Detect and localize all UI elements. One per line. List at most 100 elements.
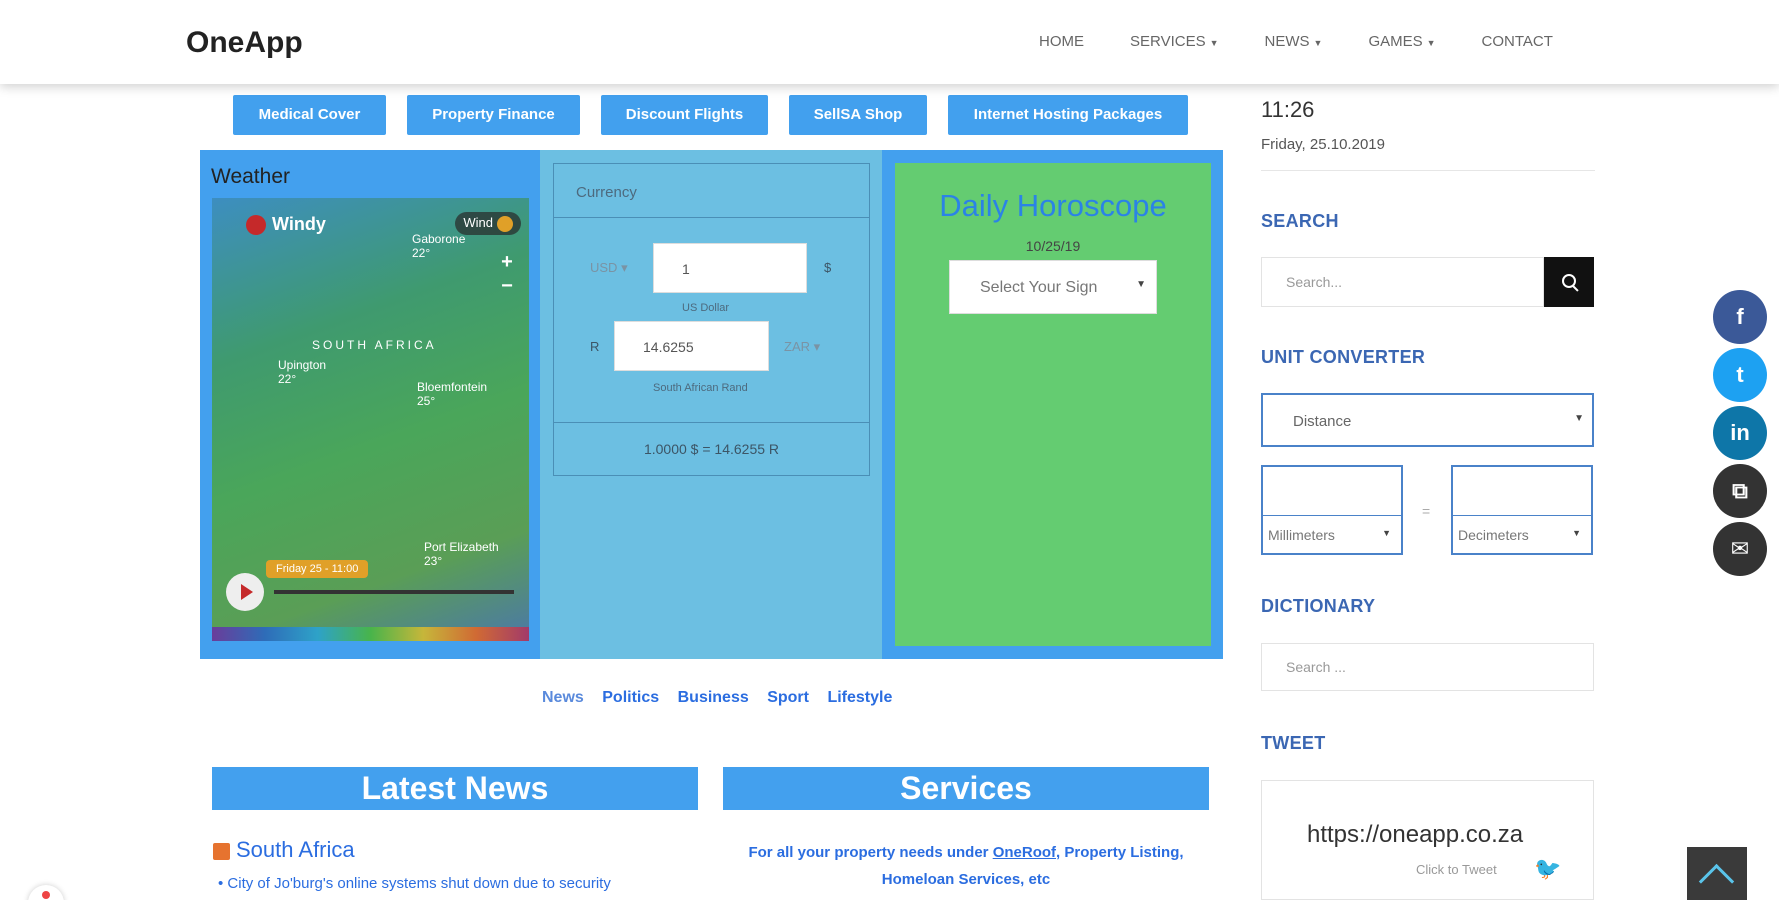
nav-games[interactable]: GAMES ▼ bbox=[1368, 33, 1435, 50]
facebook-share-button[interactable]: f bbox=[1713, 290, 1767, 344]
chevron-down-icon: ▼ bbox=[1426, 38, 1436, 48]
unit-equals: = bbox=[1422, 503, 1431, 519]
linkedin-share-button[interactable]: in bbox=[1713, 406, 1767, 460]
unit-category-select[interactable]: Distance ▼ bbox=[1261, 393, 1594, 447]
news-link-business[interactable]: Business bbox=[678, 689, 749, 706]
copy-link-button[interactable]: ⧉ bbox=[1713, 464, 1767, 518]
timeline-slider[interactable] bbox=[274, 590, 514, 594]
news-link-sport[interactable]: Sport bbox=[767, 689, 809, 706]
nav-home[interactable]: HOME bbox=[1039, 33, 1084, 50]
services-text-prefix: For all your property needs under bbox=[748, 844, 989, 861]
news-link-politics[interactable]: Politics bbox=[602, 689, 659, 706]
to-currency-symbol: R bbox=[590, 339, 600, 354]
linkedin-icon: in bbox=[1730, 420, 1750, 445]
tweet-heading: TWEET bbox=[1261, 733, 1326, 753]
dictionary-heading: DICTIONARY bbox=[1261, 596, 1376, 616]
main-nav: HOME SERVICES ▼ NEWS ▼ GAMES ▼ CONTACT bbox=[1039, 33, 1599, 50]
unit-from-box[interactable]: Millimeters ▼ bbox=[1261, 465, 1403, 555]
from-currency-select[interactable]: USD ▾ bbox=[590, 260, 628, 276]
nav-news-label: NEWS bbox=[1264, 33, 1310, 50]
scroll-to-top-button[interactable] bbox=[1687, 847, 1747, 900]
currency-converter: Currency USD ▾ 1 $ US Dollar R 14.6255 Z… bbox=[553, 163, 870, 476]
chevron-down-icon: ▼ bbox=[1313, 38, 1323, 48]
windy-logo-icon bbox=[246, 215, 266, 236]
nav-news[interactable]: NEWS ▼ bbox=[1265, 33, 1323, 50]
tweet-url: https://oneapp.co.za bbox=[1307, 821, 1524, 848]
map-city-label: Upington 22° bbox=[278, 358, 327, 386]
top-navbar: OneApp HOME SERVICES ▼ NEWS ▼ GAMES ▼ CONTA… bbox=[0, 0, 1779, 84]
tweet-box[interactable]: https://oneapp.co.za Click to Tweet 🐦 bbox=[1261, 780, 1594, 900]
quick-link-medical-cover[interactable]: Medical Cover bbox=[233, 95, 386, 135]
copy-icon: ⧉ bbox=[1732, 478, 1748, 503]
search-input[interactable]: Search... bbox=[1261, 257, 1544, 307]
weather-title: Weather bbox=[211, 165, 290, 188]
services-description: For all your property needs under OneRoo… bbox=[724, 839, 1208, 893]
from-currency-name: US Dollar bbox=[682, 302, 730, 314]
unit-from-label: Millimeters bbox=[1268, 527, 1335, 543]
quick-link-internet-hosting[interactable]: Internet Hosting Packages bbox=[948, 95, 1188, 135]
to-currency-select[interactable]: ZAR ▾ bbox=[784, 339, 820, 355]
sign-select[interactable]: Select Your Sign ▼ bbox=[949, 260, 1157, 314]
unit-to-box[interactable]: Decimeters ▼ bbox=[1451, 465, 1593, 555]
play-icon[interactable] bbox=[226, 573, 264, 611]
chevron-down-icon: ▼ bbox=[1209, 38, 1219, 48]
weather-map[interactable]: Windy Wind + − SOUTH AFRICA Gaborone 22° … bbox=[212, 198, 529, 641]
chevron-down-icon: ▼ bbox=[1574, 413, 1584, 424]
to-amount-input[interactable]: 14.6255 bbox=[614, 321, 769, 371]
nav-contact-label: CONTACT bbox=[1481, 33, 1553, 50]
click-to-tweet[interactable]: Click to Tweet bbox=[1416, 862, 1497, 877]
twitter-bird-icon[interactable]: 🐦 bbox=[1534, 858, 1561, 880]
chevron-down-icon: ▼ bbox=[1572, 528, 1581, 538]
oneroof-link[interactable]: OneRoof bbox=[993, 844, 1056, 861]
search-heading: SEARCH bbox=[1261, 211, 1339, 231]
zoom-controls[interactable]: + − bbox=[497, 250, 517, 300]
wind-icon bbox=[497, 215, 513, 232]
news-link-news[interactable]: News bbox=[542, 689, 584, 706]
windy-brand: Windy bbox=[272, 214, 326, 234]
chevron-down-icon: ▼ bbox=[1382, 528, 1391, 538]
news-link-lifestyle[interactable]: Lifestyle bbox=[827, 689, 892, 706]
email-icon: ✉ bbox=[1730, 536, 1750, 561]
notification-badge-icon[interactable] bbox=[28, 885, 64, 900]
unit-to-select[interactable]: Decimeters ▼ bbox=[1453, 515, 1591, 553]
timeline-label: Friday 25 - 11:00 bbox=[266, 560, 369, 578]
news-category-links: News Politics Business Sport Lifestyle bbox=[542, 689, 906, 707]
quick-link-discount-flights[interactable]: Discount Flights bbox=[601, 95, 768, 135]
from-amount-input[interactable]: 1 bbox=[653, 243, 807, 293]
facebook-icon: f bbox=[1736, 304, 1744, 329]
nav-services[interactable]: SERVICES ▼ bbox=[1130, 33, 1219, 50]
horoscope-date: 10/25/19 bbox=[1025, 238, 1081, 254]
latest-news-banner: Latest News bbox=[212, 767, 698, 810]
nav-contact[interactable]: CONTACT bbox=[1482, 33, 1553, 50]
map-city-label: Gaborone 22° bbox=[412, 232, 466, 260]
from-currency-code: USD bbox=[590, 260, 618, 275]
email-share-button[interactable]: ✉ bbox=[1713, 522, 1767, 576]
rss-icon[interactable] bbox=[213, 843, 230, 860]
brand-logo[interactable]: OneApp bbox=[186, 26, 303, 60]
quick-link-sellsa-shop[interactable]: SellSA Shop bbox=[789, 95, 927, 135]
map-city-label: Bloemfontein 25° bbox=[417, 380, 488, 408]
to-currency-code: ZAR bbox=[784, 339, 810, 354]
nav-services-label: SERVICES bbox=[1130, 33, 1206, 50]
twitter-share-button[interactable]: t bbox=[1713, 348, 1767, 402]
services-banner: Services bbox=[723, 767, 1209, 810]
unit-category-label: Distance bbox=[1293, 413, 1352, 430]
map-city-label: Port Elizabeth 23° bbox=[424, 540, 499, 568]
conversion-result: 1.0000 $ = 14.6255 R bbox=[554, 422, 869, 476]
nav-games-label: GAMES bbox=[1368, 33, 1423, 50]
wind-layer-label: Wind bbox=[463, 215, 493, 230]
search-icon[interactable] bbox=[1544, 257, 1594, 307]
divider bbox=[1261, 170, 1595, 171]
news-item[interactable]: • City of Jo'burg's online systems shut … bbox=[218, 875, 611, 892]
quick-link-property-finance[interactable]: Property Finance bbox=[407, 95, 580, 135]
currency-title: Currency bbox=[554, 164, 869, 218]
clock-date: Friday, 25.10.2019 bbox=[1261, 136, 1385, 153]
horoscope-title: Daily Horoscope bbox=[939, 188, 1167, 223]
unit-converter-heading: UNIT CONVERTER bbox=[1261, 347, 1426, 367]
dictionary-input[interactable]: Search ... bbox=[1261, 643, 1594, 691]
sign-select-label: Select Your Sign bbox=[980, 279, 1098, 296]
unit-to-label: Decimeters bbox=[1458, 527, 1529, 543]
news-region-link[interactable]: South Africa bbox=[236, 837, 355, 863]
unit-from-select[interactable]: Millimeters ▼ bbox=[1263, 515, 1401, 553]
windy-logo[interactable]: Windy bbox=[246, 214, 326, 236]
